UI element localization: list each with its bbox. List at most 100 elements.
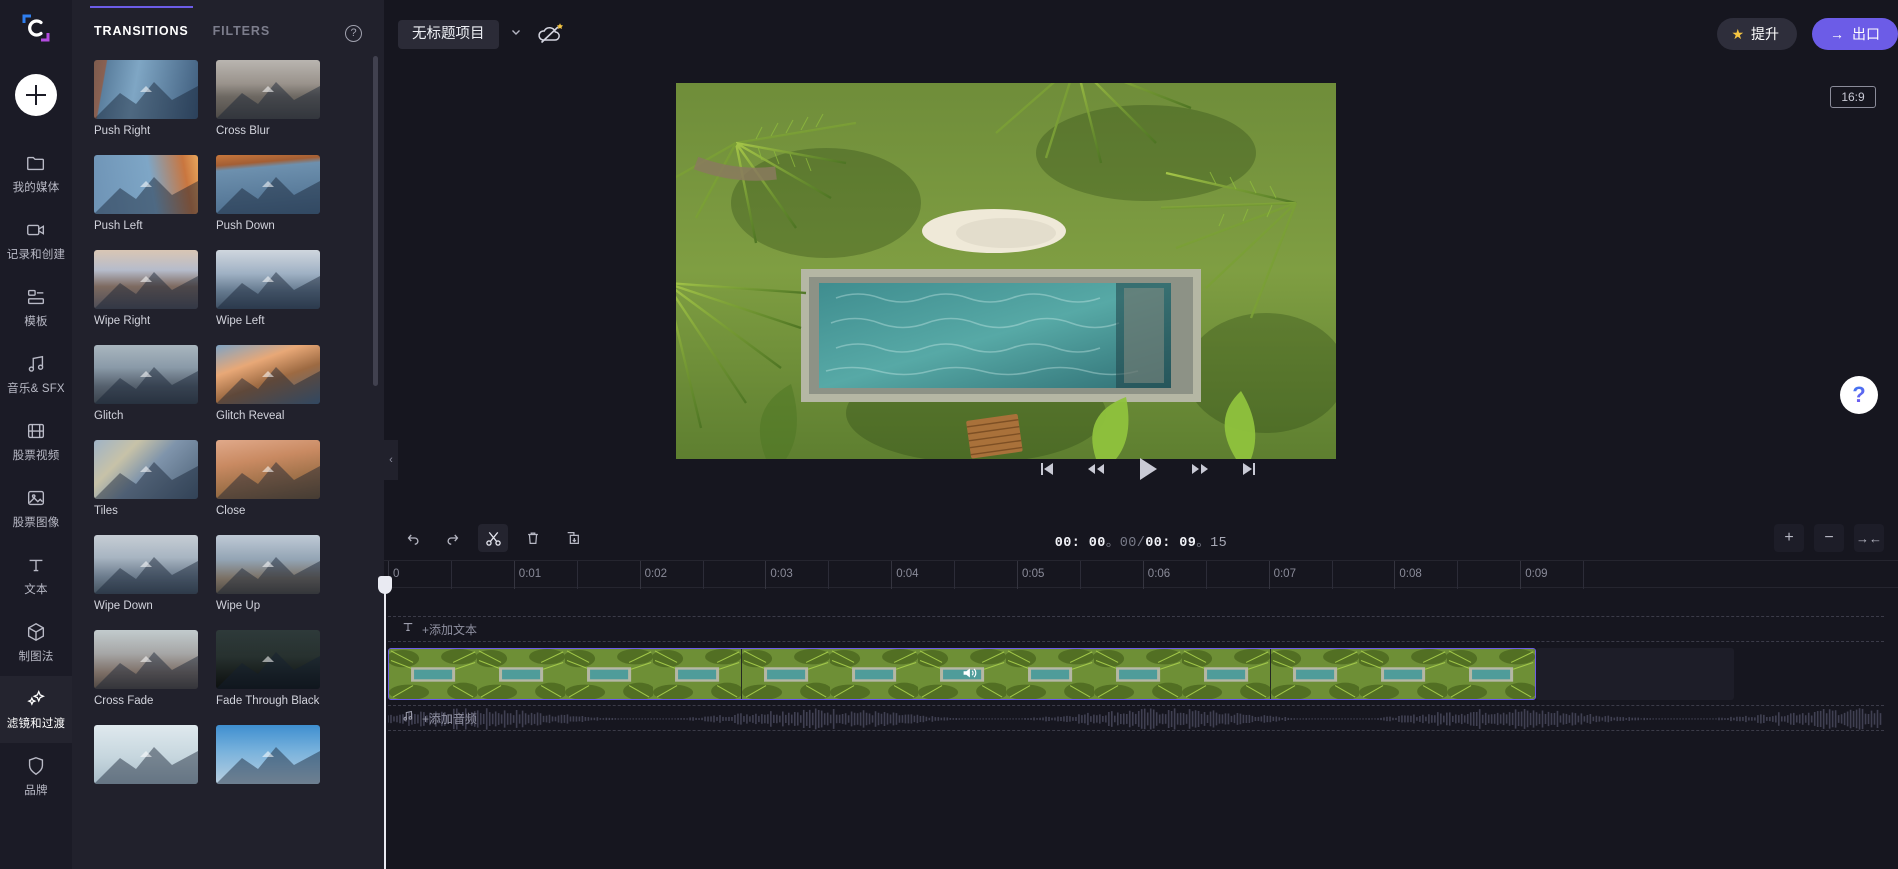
ruler-tick-minor (1079, 561, 1081, 589)
sidebar-item-label: 音乐& SFX (7, 383, 65, 395)
fit-to-timeline-button[interactable]: →← (1854, 524, 1884, 552)
upgrade-button[interactable]: ★ 提升 (1717, 18, 1797, 50)
transition-label: Push Left (94, 220, 143, 232)
transition-card[interactable]: Push Right (94, 60, 198, 137)
tab-transitions[interactable]: TRANSITIONS (90, 0, 193, 48)
delete-button[interactable] (518, 524, 548, 552)
timeline-ruler[interactable]: 0 0:01 0:02 0:03 0:04 0:05 0:06 0:07 0:08 0:09 (384, 560, 1898, 589)
sidebar-item-record-create[interactable]: 记录和创建 (0, 207, 72, 274)
ruler-tick-minor (576, 561, 578, 589)
sidebar-item-stock-video[interactable]: 股票视频 (0, 408, 72, 475)
aspect-ratio-badge[interactable]: 16:9 (1830, 86, 1876, 108)
audio-track-placeholder[interactable]: +添加音频 (388, 705, 1884, 731)
transition-card[interactable] (216, 725, 320, 790)
transitions-grid: Push Right Cross Blur Push Left Push Down Wi… (72, 52, 384, 869)
timeline-empty-area[interactable] (1536, 648, 1734, 700)
play-button[interactable] (1136, 456, 1160, 482)
add-audio-label: +添加音频 (422, 711, 478, 726)
sidebar-item-templates[interactable]: 模板 (0, 274, 72, 341)
transition-label: Close (216, 505, 246, 517)
sidebar-item-filters-transitions[interactable]: 滤镜和过渡 (0, 676, 72, 743)
playhead[interactable] (378, 576, 392, 869)
transition-thumbnail (94, 725, 198, 784)
transition-card[interactable]: Tiles (94, 440, 198, 517)
text-track-placeholder[interactable]: +添加文本 (388, 616, 1884, 642)
ruler-tick (513, 561, 515, 589)
sidebar-item-music-sfx[interactable]: 音乐& SFX (0, 341, 72, 408)
sidebar-item-my-media[interactable]: 我的媒体 (0, 140, 72, 207)
transition-card[interactable]: Glitch Reveal (216, 345, 320, 422)
transition-card[interactable]: Glitch (94, 345, 198, 422)
transition-thumbnail (94, 535, 198, 594)
transition-card[interactable]: Cross Fade (94, 630, 198, 707)
project-name-field[interactable]: 无标题项目 (398, 20, 499, 49)
tab-filters[interactable]: FILTERS (213, 0, 270, 48)
collapse-panel-button[interactable]: ‹ (384, 440, 398, 480)
help-icon[interactable]: ? (345, 25, 362, 42)
text-t-icon (25, 554, 47, 576)
sparkles-icon (24, 688, 48, 710)
transition-card[interactable]: Wipe Up (216, 535, 320, 612)
sidebar-item-text[interactable]: 文本 (0, 542, 72, 609)
transition-thumbnail (94, 630, 198, 689)
app-logo[interactable] (0, 0, 72, 56)
transition-label: Push Down (216, 220, 275, 232)
chevron-down-icon[interactable] (508, 26, 524, 42)
help-fab-button[interactable]: ? (1840, 376, 1878, 414)
transition-label: Glitch Reveal (216, 410, 285, 422)
video-clip[interactable] (388, 648, 1536, 700)
transition-card[interactable]: Fade Through Black (216, 630, 320, 707)
sidebar-item-label: 股票视频 (12, 450, 60, 462)
zoom-out-button[interactable]: − (1814, 524, 1844, 552)
transition-card[interactable]: Push Left (94, 155, 198, 232)
sidebar-item-label: 滤镜和过渡 (6, 718, 66, 730)
sidebar-item-brand[interactable]: 品牌 (0, 743, 72, 810)
sidebar-item-graphics[interactable]: 制图法 (0, 609, 72, 676)
panel-scrollbar[interactable] (373, 56, 378, 386)
sidebar-item-stock-images[interactable]: 股票图像 (0, 475, 72, 542)
rewind-button[interactable] (1086, 460, 1106, 478)
transition-thumbnail (94, 345, 198, 404)
transition-label: Wipe Right (94, 315, 151, 327)
playhead-handle[interactable] (378, 576, 392, 594)
preview-stage: 16:9 ? (398, 66, 1898, 516)
redo-button[interactable] (438, 524, 468, 552)
split-button[interactable] (478, 524, 508, 552)
ruler-label: 0 (393, 568, 400, 580)
transition-card[interactable]: Close (216, 440, 320, 517)
sidebar-item-label: 记录和创建 (6, 249, 66, 261)
clip-thumbnail (829, 649, 918, 699)
shield-icon (25, 755, 47, 777)
add-media-button[interactable] (15, 74, 57, 116)
video-preview[interactable] (676, 83, 1336, 459)
ruler-label: 0:09 (1525, 568, 1548, 580)
transition-card[interactable]: Wipe Right (94, 250, 198, 327)
folder-icon (25, 152, 47, 174)
transition-label: Glitch (94, 410, 124, 422)
transition-card[interactable]: Cross Blur (216, 60, 320, 137)
speaker-icon[interactable] (959, 663, 979, 683)
ruler-label: 0:02 (644, 568, 667, 580)
arrow-right-icon: → (1830, 26, 1844, 42)
ruler-tick (1268, 561, 1270, 589)
fast-forward-button[interactable] (1190, 460, 1210, 478)
transition-card[interactable] (94, 725, 198, 790)
duplicate-button[interactable] (558, 524, 588, 552)
ruler-label: 0:03 (770, 568, 793, 580)
ruler-tick (765, 561, 767, 589)
timeline-toolbar: 00: 00。00/00: 09。15 + − →← (384, 516, 1898, 560)
export-button[interactable]: → 出口 (1812, 18, 1898, 50)
ruler-tick-minor (1583, 561, 1585, 589)
star-icon: ★ (1731, 25, 1744, 42)
skip-to-end-button[interactable] (1240, 460, 1258, 478)
transition-card[interactable]: Wipe Left (216, 250, 320, 327)
transition-card[interactable]: Push Down (216, 155, 320, 232)
transition-card[interactable]: Wipe Down (94, 535, 198, 612)
zoom-in-button[interactable]: + (1774, 524, 1804, 552)
skip-to-start-button[interactable] (1038, 460, 1056, 478)
transition-thumbnail (216, 725, 320, 784)
cloud-offline-star-icon[interactable] (536, 20, 566, 48)
sidebar-item-label: 文本 (24, 584, 48, 596)
undo-button[interactable] (398, 524, 428, 552)
video-camera-icon (25, 219, 47, 241)
